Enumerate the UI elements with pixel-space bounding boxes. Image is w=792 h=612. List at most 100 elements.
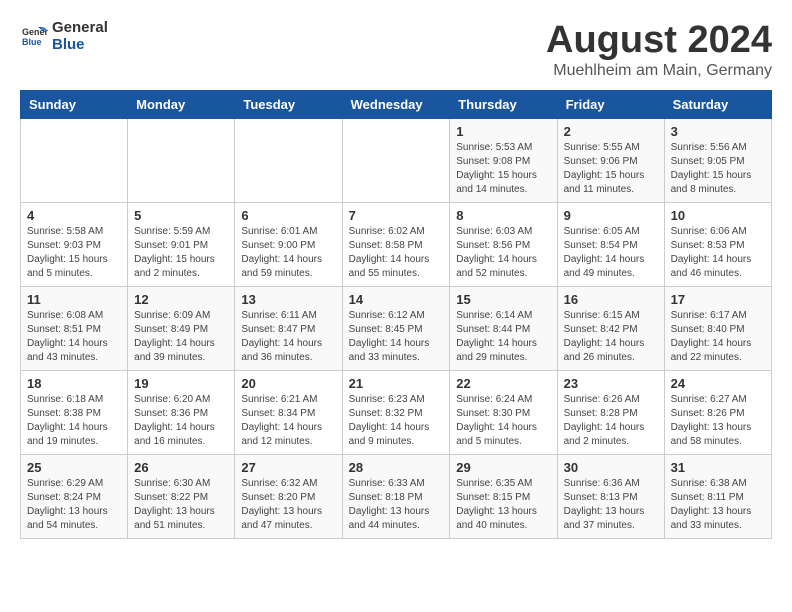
day-info: Sunrise: 6:20 AM Sunset: 8:36 PM Dayligh… xyxy=(134,393,228,449)
day-number: 17 xyxy=(671,292,765,307)
day-number: 4 xyxy=(27,208,121,223)
day-number: 22 xyxy=(456,376,550,391)
day-number: 24 xyxy=(671,376,765,391)
day-number: 29 xyxy=(456,460,550,475)
day-info: Sunrise: 6:32 AM Sunset: 8:20 PM Dayligh… xyxy=(241,477,335,533)
day-info: Sunrise: 6:33 AM Sunset: 8:18 PM Dayligh… xyxy=(349,477,444,533)
day-info: Sunrise: 6:24 AM Sunset: 8:30 PM Dayligh… xyxy=(456,393,550,449)
day-info: Sunrise: 6:06 AM Sunset: 8:53 PM Dayligh… xyxy=(671,225,765,281)
col-header-wednesday: Wednesday xyxy=(342,90,450,118)
day-info: Sunrise: 6:18 AM Sunset: 8:38 PM Dayligh… xyxy=(27,393,121,449)
day-number: 15 xyxy=(456,292,550,307)
day-cell-1-3 xyxy=(235,118,342,202)
day-cell-3-6: 16Sunrise: 6:15 AM Sunset: 8:42 PM Dayli… xyxy=(557,286,664,370)
day-cell-1-6: 2Sunrise: 5:55 AM Sunset: 9:06 PM Daylig… xyxy=(557,118,664,202)
day-number: 30 xyxy=(564,460,658,475)
day-number: 2 xyxy=(564,124,658,139)
day-info: Sunrise: 6:27 AM Sunset: 8:26 PM Dayligh… xyxy=(671,393,765,449)
col-header-friday: Friday xyxy=(557,90,664,118)
day-info: Sunrise: 6:17 AM Sunset: 8:40 PM Dayligh… xyxy=(671,309,765,365)
day-cell-4-6: 23Sunrise: 6:26 AM Sunset: 8:28 PM Dayli… xyxy=(557,370,664,454)
logo: General Blue General Blue xyxy=(20,20,108,53)
day-info: Sunrise: 5:58 AM Sunset: 9:03 PM Dayligh… xyxy=(27,225,121,281)
day-number: 9 xyxy=(564,208,658,223)
week-row-5: 25 Sunrise: 6:29 AM Sunset: 8:24 PM Dayli… xyxy=(21,454,772,538)
day-info: Sunrise: 6:21 AM Sunset: 8:34 PM Dayligh… xyxy=(241,393,335,449)
day-number: 11 xyxy=(27,292,121,307)
day-number: 5 xyxy=(134,208,228,223)
day-cell-2-5: 8 Sunrise: 6:03 AM Sunset: 8:56 PM Daylig… xyxy=(450,202,557,286)
title-area: August 2024 Muehlheim am Main, Germany xyxy=(546,20,772,80)
day-info: Sunrise: 6:03 AM Sunset: 8:56 PM Dayligh… xyxy=(456,225,550,281)
day-cell-1-4 xyxy=(342,118,450,202)
day-cell-5-5: 29 Sunrise: 6:35 AM Sunset: 8:15 PM Dayli… xyxy=(450,454,557,538)
day-cell-4-1: 18 Sunrise: 6:18 AM Sunset: 8:38 PM Dayli… xyxy=(21,370,128,454)
day-number: 1 xyxy=(456,124,550,139)
day-number: 26 xyxy=(134,460,228,475)
day-number: 25 xyxy=(27,460,121,475)
svg-text:Blue: Blue xyxy=(22,37,42,47)
week-row-2: 4 Sunrise: 5:58 AM Sunset: 9:03 PM Daylig… xyxy=(21,202,772,286)
week-row-4: 18 Sunrise: 6:18 AM Sunset: 8:38 PM Dayli… xyxy=(21,370,772,454)
day-cell-5-4: 28 Sunrise: 6:33 AM Sunset: 8:18 PM Dayli… xyxy=(342,454,450,538)
day-info: Sunrise: 6:29 AM Sunset: 8:24 PM Dayligh… xyxy=(27,477,121,533)
day-info: Sunrise: 6:11 AM Sunset: 8:47 PM Dayligh… xyxy=(241,309,335,365)
col-header-thursday: Thursday xyxy=(450,90,557,118)
calendar-table: SundayMondayTuesdayWednesdayThursdayFrid… xyxy=(20,90,772,539)
page-header: General Blue General Blue August 2024 Mu… xyxy=(20,20,772,80)
day-info: Sunrise: 6:36 AM Sunset: 8:13 PM Dayligh… xyxy=(564,477,658,533)
day-number: 12 xyxy=(134,292,228,307)
day-cell-2-4: 7Sunrise: 6:02 AM Sunset: 8:58 PM Daylig… xyxy=(342,202,450,286)
day-info: Sunrise: 5:56 AM Sunset: 9:05 PM Dayligh… xyxy=(671,141,765,197)
day-cell-5-3: 27 Sunrise: 6:32 AM Sunset: 8:20 PM Dayli… xyxy=(235,454,342,538)
day-cell-4-3: 20 Sunrise: 6:21 AM Sunset: 8:34 PM Dayli… xyxy=(235,370,342,454)
logo-line2: Blue xyxy=(52,37,108,54)
day-info: Sunrise: 6:38 AM Sunset: 8:11 PM Dayligh… xyxy=(671,477,765,533)
day-number: 19 xyxy=(134,376,228,391)
day-number: 23 xyxy=(564,376,658,391)
day-info: Sunrise: 5:53 AM Sunset: 9:08 PM Dayligh… xyxy=(456,141,550,197)
day-cell-5-6: 30 Sunrise: 6:36 AM Sunset: 8:13 PM Dayli… xyxy=(557,454,664,538)
day-number: 10 xyxy=(671,208,765,223)
day-info: Sunrise: 6:08 AM Sunset: 8:51 PM Dayligh… xyxy=(27,309,121,365)
logo-icon: General Blue xyxy=(20,23,48,51)
day-cell-3-7: 17 Sunrise: 6:17 AM Sunset: 8:40 PM Dayli… xyxy=(664,286,771,370)
calendar-subtitle: Muehlheim am Main, Germany xyxy=(546,62,772,80)
day-number: 31 xyxy=(671,460,765,475)
day-cell-2-6: 9Sunrise: 6:05 AM Sunset: 8:54 PM Daylig… xyxy=(557,202,664,286)
calendar-title: August 2024 xyxy=(546,20,772,62)
day-number: 14 xyxy=(349,292,444,307)
day-cell-2-2: 5 Sunrise: 5:59 AM Sunset: 9:01 PM Daylig… xyxy=(128,202,235,286)
day-number: 3 xyxy=(671,124,765,139)
day-number: 8 xyxy=(456,208,550,223)
day-cell-3-4: 14 Sunrise: 6:12 AM Sunset: 8:45 PM Dayli… xyxy=(342,286,450,370)
day-cell-5-2: 26 Sunrise: 6:30 AM Sunset: 8:22 PM Dayli… xyxy=(128,454,235,538)
day-cell-2-1: 4 Sunrise: 5:58 AM Sunset: 9:03 PM Daylig… xyxy=(21,202,128,286)
day-number: 18 xyxy=(27,376,121,391)
col-header-saturday: Saturday xyxy=(664,90,771,118)
day-cell-3-5: 15 Sunrise: 6:14 AM Sunset: 8:44 PM Dayli… xyxy=(450,286,557,370)
day-number: 7 xyxy=(349,208,444,223)
day-number: 13 xyxy=(241,292,335,307)
day-number: 28 xyxy=(349,460,444,475)
day-info: Sunrise: 6:35 AM Sunset: 8:15 PM Dayligh… xyxy=(456,477,550,533)
day-cell-1-2 xyxy=(128,118,235,202)
day-number: 27 xyxy=(241,460,335,475)
day-cell-5-7: 31 Sunrise: 6:38 AM Sunset: 8:11 PM Dayli… xyxy=(664,454,771,538)
logo-line1: General xyxy=(52,20,108,37)
day-cell-1-7: 3 Sunrise: 5:56 AM Sunset: 9:05 PM Daylig… xyxy=(664,118,771,202)
col-header-sunday: Sunday xyxy=(21,90,128,118)
day-cell-4-5: 22 Sunrise: 6:24 AM Sunset: 8:30 PM Dayli… xyxy=(450,370,557,454)
col-header-monday: Monday xyxy=(128,90,235,118)
day-number: 20 xyxy=(241,376,335,391)
day-info: Sunrise: 6:14 AM Sunset: 8:44 PM Dayligh… xyxy=(456,309,550,365)
day-cell-1-5: 1 Sunrise: 5:53 AM Sunset: 9:08 PM Daylig… xyxy=(450,118,557,202)
calendar-body: 1 Sunrise: 5:53 AM Sunset: 9:08 PM Daylig… xyxy=(21,118,772,538)
day-info: Sunrise: 5:59 AM Sunset: 9:01 PM Dayligh… xyxy=(134,225,228,281)
day-cell-4-7: 24 Sunrise: 6:27 AM Sunset: 8:26 PM Dayli… xyxy=(664,370,771,454)
day-info: Sunrise: 6:09 AM Sunset: 8:49 PM Dayligh… xyxy=(134,309,228,365)
day-info: Sunrise: 6:12 AM Sunset: 8:45 PM Dayligh… xyxy=(349,309,444,365)
day-cell-3-2: 12 Sunrise: 6:09 AM Sunset: 8:49 PM Dayli… xyxy=(128,286,235,370)
day-info: Sunrise: 6:30 AM Sunset: 8:22 PM Dayligh… xyxy=(134,477,228,533)
day-number: 6 xyxy=(241,208,335,223)
